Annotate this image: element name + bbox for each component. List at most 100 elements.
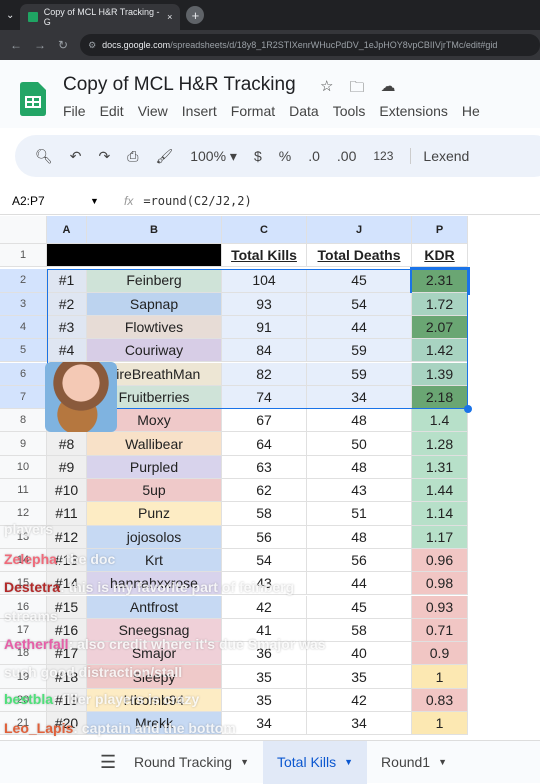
deaths-cell[interactable]: 34 <box>307 385 412 410</box>
kdr-cell[interactable]: 1.72 <box>412 292 468 316</box>
column-header-p[interactable]: P <box>412 216 468 244</box>
deaths-cell[interactable]: 50 <box>307 432 412 456</box>
kdr-cell[interactable]: 2.18 <box>412 385 468 410</box>
kdr-cell[interactable]: 1.17 <box>412 525 468 549</box>
sheet-tab-total-kills[interactable]: Total Kills ▼ <box>262 740 368 784</box>
kills-cell[interactable]: 93 <box>222 292 307 316</box>
row-header[interactable]: 7 <box>0 385 47 410</box>
rank-cell[interactable]: #2 <box>47 292 87 316</box>
kills-cell[interactable]: 35 <box>222 688 307 712</box>
kdr-cell[interactable]: 1.44 <box>412 479 468 503</box>
column-header-c[interactable]: C <box>222 216 307 244</box>
rank-cell[interactable]: #10 <box>47 479 87 503</box>
kdr-cell[interactable]: 2.07 <box>412 315 468 340</box>
row-header[interactable]: 3 <box>0 292 47 316</box>
row-header[interactable]: 10 <box>0 455 47 479</box>
kills-cell[interactable]: 82 <box>222 362 307 386</box>
all-sheets-icon[interactable]: ☰ <box>0 752 120 773</box>
deaths-cell[interactable]: 45 <box>307 595 412 619</box>
sheet-tab-round-tracking[interactable]: Round Tracking ▼ <box>120 741 263 784</box>
header-total-kills[interactable]: Total Kills <box>222 244 307 268</box>
column-header-j[interactable]: J <box>307 216 412 244</box>
player-name-cell[interactable]: 5up <box>87 479 222 503</box>
kdr-cell[interactable]: 0.93 <box>412 595 468 619</box>
kdr-cell[interactable]: 0.71 <box>412 618 468 643</box>
kills-cell[interactable]: 58 <box>222 502 307 526</box>
sheet-tab-round1[interactable]: Round1 ▼ <box>367 741 461 784</box>
kdr-cell[interactable]: 1 <box>412 712 468 736</box>
rank-cell[interactable]: #9 <box>47 455 87 479</box>
header-total-deaths[interactable]: Total Deaths <box>307 244 412 268</box>
deaths-cell[interactable]: 43 <box>307 479 412 503</box>
font-select[interactable]: Lexend <box>410 148 469 164</box>
column-header-a[interactable]: A <box>47 216 87 244</box>
deaths-cell[interactable]: 51 <box>307 502 412 526</box>
formula-input[interactable]: =round(C2/J2,2) <box>143 194 251 208</box>
menu-help[interactable]: He <box>462 103 480 119</box>
deaths-cell[interactable]: 54 <box>307 292 412 316</box>
deaths-cell[interactable]: 59 <box>307 339 412 363</box>
reload-icon[interactable]: ↻ <box>58 38 68 52</box>
row-header[interactable]: 9 <box>0 432 47 456</box>
search-icon[interactable]: 🔍︎ <box>35 148 53 165</box>
name-box-dropdown-icon[interactable]: ▼ <box>90 196 112 206</box>
kdr-cell[interactable]: 0.98 <box>412 572 468 596</box>
player-name-cell[interactable]: Antfrost <box>87 595 222 619</box>
kills-cell[interactable]: 74 <box>222 385 307 410</box>
move-folder-icon[interactable]: 🗀 <box>349 77 364 102</box>
menu-tools[interactable]: Tools <box>333 103 366 119</box>
zoom-select[interactable]: 100% ▾ <box>190 148 237 165</box>
sheets-logo-icon[interactable] <box>20 82 46 116</box>
url-field[interactable]: ⚙ docs.google.com/spreadsheets/d/18y8_1R2… <box>80 34 540 56</box>
player-name-cell[interactable]: Couriway <box>87 339 222 363</box>
chevron-down-icon[interactable]: ▼ <box>344 757 353 767</box>
deaths-cell[interactable]: 56 <box>307 548 412 573</box>
player-name-cell[interactable]: Flowtives <box>87 315 222 340</box>
kills-cell[interactable]: 35 <box>222 665 307 689</box>
deaths-cell[interactable]: 48 <box>307 455 412 479</box>
row-header[interactable]: 8 <box>0 409 47 433</box>
print-icon[interactable]: ⎙ <box>127 148 138 165</box>
kills-cell[interactable]: 62 <box>222 479 307 503</box>
kdr-cell[interactable]: 0.96 <box>412 548 468 573</box>
deaths-cell[interactable]: 59 <box>307 362 412 386</box>
kdr-cell[interactable]: 1 <box>412 665 468 689</box>
menu-insert[interactable]: Insert <box>182 103 217 119</box>
kdr-cell[interactable]: 1.42 <box>412 339 468 363</box>
player-name-cell[interactable]: Wallibear <box>87 432 222 456</box>
rank-cell[interactable]: #8 <box>47 432 87 456</box>
back-icon[interactable]: ← <box>10 38 22 52</box>
rank-cell[interactable]: #4 <box>47 339 87 363</box>
menu-extensions[interactable]: Extensions <box>379 103 447 119</box>
kdr-cell[interactable]: 1.28 <box>412 432 468 456</box>
kdr-cell[interactable]: 1.39 <box>412 362 468 386</box>
deaths-cell[interactable]: 35 <box>307 665 412 689</box>
new-tab-button[interactable]: + <box>186 6 205 24</box>
document-title[interactable]: Copy of MCL H&R Tracking <box>63 74 296 96</box>
menu-data[interactable]: Data <box>289 103 319 119</box>
menu-file[interactable]: File <box>63 103 86 119</box>
chevron-down-icon[interactable]: ▼ <box>438 757 447 767</box>
fill-handle[interactable] <box>464 405 472 414</box>
header-kdr[interactable]: KDR <box>412 244 468 268</box>
kills-cell[interactable]: 84 <box>222 339 307 363</box>
menu-edit[interactable]: Edit <box>100 103 124 119</box>
select-all-corner[interactable] <box>0 216 47 244</box>
rank-cell[interactable]: #1 <box>47 269 87 293</box>
kills-cell[interactable]: 63 <box>222 455 307 479</box>
deaths-cell[interactable]: 48 <box>307 525 412 549</box>
kills-cell[interactable]: 91 <box>222 315 307 340</box>
kdr-cell[interactable]: 0.83 <box>412 688 468 712</box>
player-name-cell[interactable]: Purpled <box>87 455 222 479</box>
kills-cell[interactable]: 104 <box>222 269 307 293</box>
star-icon[interactable]: ☆ <box>320 77 333 102</box>
player-name-cell[interactable]: jojosolos <box>87 525 222 549</box>
deaths-cell[interactable]: 42 <box>307 688 412 712</box>
name-box[interactable]: A2:P7 <box>0 194 90 208</box>
kdr-cell[interactable]: 1.14 <box>412 502 468 526</box>
kdr-cell[interactable]: 1.4 <box>412 409 468 433</box>
site-info-icon[interactable]: ⚙ <box>88 40 96 51</box>
kills-cell[interactable]: 56 <box>222 525 307 549</box>
player-name-cell[interactable]: Sapnap <box>87 292 222 316</box>
percent-button[interactable]: % <box>279 148 291 164</box>
